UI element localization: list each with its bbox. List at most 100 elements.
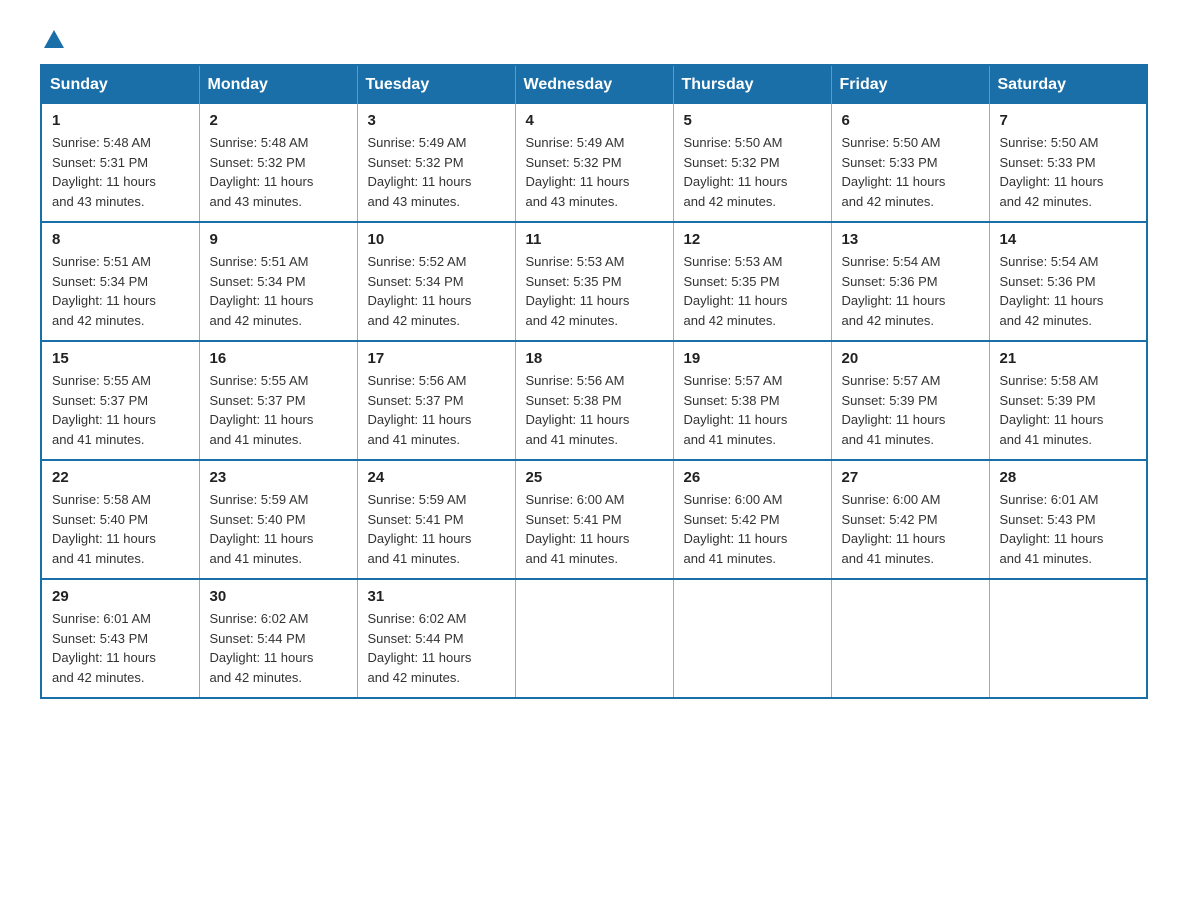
day-info: Sunrise: 5:56 AMSunset: 5:37 PMDaylight:… [368,371,505,449]
day-info: Sunrise: 5:48 AMSunset: 5:32 PMDaylight:… [210,133,347,211]
day-number: 3 [368,112,505,129]
day-number: 7 [1000,112,1137,129]
day-number: 21 [1000,350,1137,367]
day-number: 13 [842,231,979,248]
day-info: Sunrise: 5:54 AMSunset: 5:36 PMDaylight:… [842,252,979,330]
day-info: Sunrise: 5:50 AMSunset: 5:33 PMDaylight:… [842,133,979,211]
day-number: 14 [1000,231,1137,248]
day-number: 28 [1000,469,1137,486]
day-info: Sunrise: 5:54 AMSunset: 5:36 PMDaylight:… [1000,252,1137,330]
day-number: 25 [526,469,663,486]
calendar-cell [673,579,831,698]
calendar-cell: 16 Sunrise: 5:55 AMSunset: 5:37 PMDaylig… [199,341,357,460]
day-info: Sunrise: 5:55 AMSunset: 5:37 PMDaylight:… [210,371,347,449]
logo-text [40,30,64,48]
logo [40,30,64,44]
day-info: Sunrise: 6:01 AMSunset: 5:43 PMDaylight:… [52,609,189,687]
day-number: 26 [684,469,821,486]
calendar-cell [515,579,673,698]
day-info: Sunrise: 5:50 AMSunset: 5:32 PMDaylight:… [684,133,821,211]
calendar-week-row-1: 1 Sunrise: 5:48 AMSunset: 5:31 PMDayligh… [41,104,1147,222]
day-number: 31 [368,588,505,605]
day-number: 29 [52,588,189,605]
day-number: 9 [210,231,347,248]
day-number: 27 [842,469,979,486]
weekday-header-wednesday: Wednesday [515,65,673,104]
calendar-cell: 6 Sunrise: 5:50 AMSunset: 5:33 PMDayligh… [831,104,989,222]
calendar-cell: 3 Sunrise: 5:49 AMSunset: 5:32 PMDayligh… [357,104,515,222]
calendar-cell: 27 Sunrise: 6:00 AMSunset: 5:42 PMDaylig… [831,460,989,579]
calendar-cell: 7 Sunrise: 5:50 AMSunset: 5:33 PMDayligh… [989,104,1147,222]
day-number: 20 [842,350,979,367]
day-number: 4 [526,112,663,129]
calendar-cell: 17 Sunrise: 5:56 AMSunset: 5:37 PMDaylig… [357,341,515,460]
calendar-cell: 15 Sunrise: 5:55 AMSunset: 5:37 PMDaylig… [41,341,199,460]
day-info: Sunrise: 5:57 AMSunset: 5:39 PMDaylight:… [842,371,979,449]
day-number: 15 [52,350,189,367]
calendar-cell: 11 Sunrise: 5:53 AMSunset: 5:35 PMDaylig… [515,222,673,341]
calendar-cell: 25 Sunrise: 6:00 AMSunset: 5:41 PMDaylig… [515,460,673,579]
calendar-cell: 13 Sunrise: 5:54 AMSunset: 5:36 PMDaylig… [831,222,989,341]
day-info: Sunrise: 6:00 AMSunset: 5:42 PMDaylight:… [842,490,979,568]
day-number: 12 [684,231,821,248]
day-info: Sunrise: 5:58 AMSunset: 5:39 PMDaylight:… [1000,371,1137,449]
calendar-week-row-4: 22 Sunrise: 5:58 AMSunset: 5:40 PMDaylig… [41,460,1147,579]
calendar-cell: 1 Sunrise: 5:48 AMSunset: 5:31 PMDayligh… [41,104,199,222]
calendar-cell: 5 Sunrise: 5:50 AMSunset: 5:32 PMDayligh… [673,104,831,222]
logo-triangle-icon [44,30,64,48]
calendar-cell: 23 Sunrise: 5:59 AMSunset: 5:40 PMDaylig… [199,460,357,579]
calendar-cell: 18 Sunrise: 5:56 AMSunset: 5:38 PMDaylig… [515,341,673,460]
day-number: 19 [684,350,821,367]
weekday-header-saturday: Saturday [989,65,1147,104]
day-number: 23 [210,469,347,486]
calendar-cell: 4 Sunrise: 5:49 AMSunset: 5:32 PMDayligh… [515,104,673,222]
day-info: Sunrise: 5:51 AMSunset: 5:34 PMDaylight:… [210,252,347,330]
page-header [40,30,1148,44]
day-info: Sunrise: 5:59 AMSunset: 5:41 PMDaylight:… [368,490,505,568]
day-number: 5 [684,112,821,129]
day-number: 16 [210,350,347,367]
calendar-cell: 2 Sunrise: 5:48 AMSunset: 5:32 PMDayligh… [199,104,357,222]
calendar-cell: 22 Sunrise: 5:58 AMSunset: 5:40 PMDaylig… [41,460,199,579]
calendar-cell: 20 Sunrise: 5:57 AMSunset: 5:39 PMDaylig… [831,341,989,460]
calendar-cell [831,579,989,698]
calendar-week-row-3: 15 Sunrise: 5:55 AMSunset: 5:37 PMDaylig… [41,341,1147,460]
day-number: 24 [368,469,505,486]
day-info: Sunrise: 5:58 AMSunset: 5:40 PMDaylight:… [52,490,189,568]
day-info: Sunrise: 5:52 AMSunset: 5:34 PMDaylight:… [368,252,505,330]
calendar-cell: 30 Sunrise: 6:02 AMSunset: 5:44 PMDaylig… [199,579,357,698]
day-info: Sunrise: 6:00 AMSunset: 5:42 PMDaylight:… [684,490,821,568]
day-number: 30 [210,588,347,605]
day-info: Sunrise: 5:53 AMSunset: 5:35 PMDaylight:… [526,252,663,330]
calendar-cell: 12 Sunrise: 5:53 AMSunset: 5:35 PMDaylig… [673,222,831,341]
calendar-cell: 28 Sunrise: 6:01 AMSunset: 5:43 PMDaylig… [989,460,1147,579]
calendar-cell: 21 Sunrise: 5:58 AMSunset: 5:39 PMDaylig… [989,341,1147,460]
day-number: 6 [842,112,979,129]
day-info: Sunrise: 6:01 AMSunset: 5:43 PMDaylight:… [1000,490,1137,568]
day-info: Sunrise: 5:53 AMSunset: 5:35 PMDaylight:… [684,252,821,330]
calendar-cell: 9 Sunrise: 5:51 AMSunset: 5:34 PMDayligh… [199,222,357,341]
calendar-week-row-5: 29 Sunrise: 6:01 AMSunset: 5:43 PMDaylig… [41,579,1147,698]
calendar-cell: 8 Sunrise: 5:51 AMSunset: 5:34 PMDayligh… [41,222,199,341]
day-info: Sunrise: 6:02 AMSunset: 5:44 PMDaylight:… [210,609,347,687]
day-number: 17 [368,350,505,367]
day-number: 11 [526,231,663,248]
calendar-cell: 26 Sunrise: 6:00 AMSunset: 5:42 PMDaylig… [673,460,831,579]
calendar-cell: 24 Sunrise: 5:59 AMSunset: 5:41 PMDaylig… [357,460,515,579]
weekday-header-sunday: Sunday [41,65,199,104]
day-number: 22 [52,469,189,486]
calendar-cell: 29 Sunrise: 6:01 AMSunset: 5:43 PMDaylig… [41,579,199,698]
day-number: 2 [210,112,347,129]
calendar-table: SundayMondayTuesdayWednesdayThursdayFrid… [40,64,1148,699]
calendar-cell: 31 Sunrise: 6:02 AMSunset: 5:44 PMDaylig… [357,579,515,698]
day-number: 1 [52,112,189,129]
day-info: Sunrise: 5:51 AMSunset: 5:34 PMDaylight:… [52,252,189,330]
day-info: Sunrise: 5:49 AMSunset: 5:32 PMDaylight:… [526,133,663,211]
calendar-week-row-2: 8 Sunrise: 5:51 AMSunset: 5:34 PMDayligh… [41,222,1147,341]
day-info: Sunrise: 6:02 AMSunset: 5:44 PMDaylight:… [368,609,505,687]
day-info: Sunrise: 5:57 AMSunset: 5:38 PMDaylight:… [684,371,821,449]
day-info: Sunrise: 5:48 AMSunset: 5:31 PMDaylight:… [52,133,189,211]
day-number: 8 [52,231,189,248]
day-info: Sunrise: 5:50 AMSunset: 5:33 PMDaylight:… [1000,133,1137,211]
weekday-header-tuesday: Tuesday [357,65,515,104]
